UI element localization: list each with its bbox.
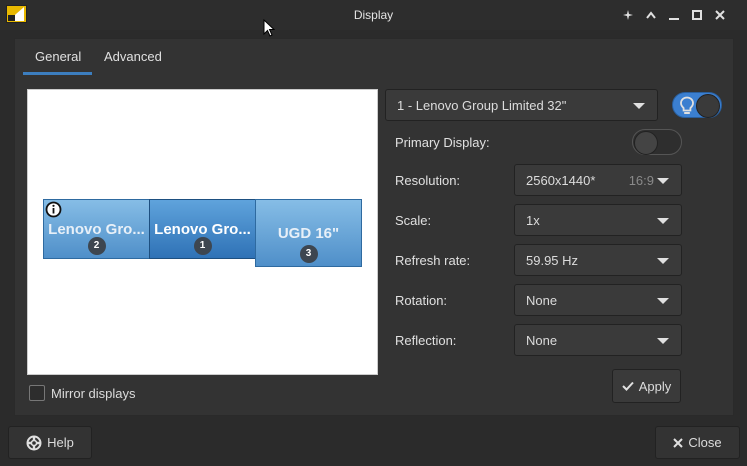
rotation-value: None xyxy=(526,293,558,308)
close-button[interactable]: Close xyxy=(655,426,740,459)
mirror-displays-checkbox[interactable] xyxy=(29,385,45,401)
maximize-icon[interactable] xyxy=(688,6,706,24)
monitor-select-dropdown[interactable]: 1 - Lenovo Group Limited 32" xyxy=(385,89,658,121)
title-bar: Display xyxy=(0,0,747,30)
chevron-down-icon xyxy=(657,258,669,264)
monitor-label: Lenovo Gro... xyxy=(154,221,251,238)
mirror-displays-option[interactable]: Mirror displays xyxy=(29,385,136,401)
chevron-down-icon xyxy=(657,218,669,224)
tab-advanced[interactable]: Advanced xyxy=(92,39,174,75)
help-label: Help xyxy=(47,435,74,450)
scale-value: 1x xyxy=(526,213,540,228)
shade-icon[interactable] xyxy=(642,6,660,24)
monitor-label: Lenovo Gro... xyxy=(48,221,145,238)
refresh-rate-dropdown[interactable]: 59.95 Hz xyxy=(514,244,682,276)
refresh-rate-label: Refresh rate: xyxy=(395,253,471,268)
monitor-label: UGD 16" xyxy=(277,225,340,242)
reflection-value: None xyxy=(526,333,558,348)
close-icon[interactable] xyxy=(711,6,729,24)
chevron-down-icon xyxy=(657,298,669,304)
monitor-preview-3[interactable]: UGD 16" 3 xyxy=(255,199,362,267)
apply-label: Apply xyxy=(638,378,672,394)
mouse-pointer-icon xyxy=(263,19,275,37)
close-x-icon xyxy=(673,437,684,448)
tab-general[interactable]: General xyxy=(23,39,92,75)
monitor-preview-1[interactable]: Lenovo Gro... 1 xyxy=(149,199,256,259)
primary-display-label: Primary Display: xyxy=(395,135,490,150)
resolution-dropdown[interactable]: 2560x1440* 16:9 xyxy=(514,164,682,196)
monitor-preview-2[interactable]: Lenovo Gro... 2 xyxy=(43,199,150,259)
pin-icon[interactable] xyxy=(619,6,637,24)
rotation-label: Rotation: xyxy=(395,293,448,308)
scale-dropdown[interactable]: 1x xyxy=(514,204,682,236)
apply-button[interactable]: Apply xyxy=(612,369,681,403)
chevron-down-icon xyxy=(633,103,645,109)
refresh-rate-value: 59.95 Hz xyxy=(526,253,579,268)
aspect-ratio-label: 16:9 xyxy=(628,173,654,188)
rotation-dropdown[interactable]: None xyxy=(514,284,682,316)
identify-lightbulb-icon[interactable] xyxy=(679,96,695,116)
primary-display-toggle[interactable] xyxy=(632,129,682,155)
reflection-dropdown[interactable]: None xyxy=(514,324,682,356)
monitor-number-badge: 2 xyxy=(87,237,106,255)
checkmark-icon xyxy=(622,381,634,391)
mirror-displays-label: Mirror displays xyxy=(51,385,136,401)
chevron-down-icon xyxy=(657,338,669,344)
scale-label: Scale: xyxy=(395,213,432,228)
info-icon[interactable] xyxy=(45,201,62,218)
display-arrangement-canvas[interactable]: Lenovo Gro... 2 Lenovo Gro... 1 UGD 16" … xyxy=(27,89,378,375)
chevron-down-icon xyxy=(657,178,669,184)
monitor-number-badge: 1 xyxy=(193,237,212,255)
tab-bar: General Advanced xyxy=(23,39,174,75)
resolution-value: 2560x1440* xyxy=(526,173,596,188)
monitor-select-value: 1 - Lenovo Group Limited 32" xyxy=(397,98,567,113)
lifebuoy-icon xyxy=(26,435,42,450)
minimize-icon[interactable] xyxy=(665,6,683,24)
resolution-label: Resolution: xyxy=(395,173,461,188)
monitor-number-badge: 3 xyxy=(299,245,318,263)
reflection-label: Reflection: xyxy=(395,333,457,348)
help-button[interactable]: Help xyxy=(8,426,92,459)
close-label: Close xyxy=(688,435,722,450)
